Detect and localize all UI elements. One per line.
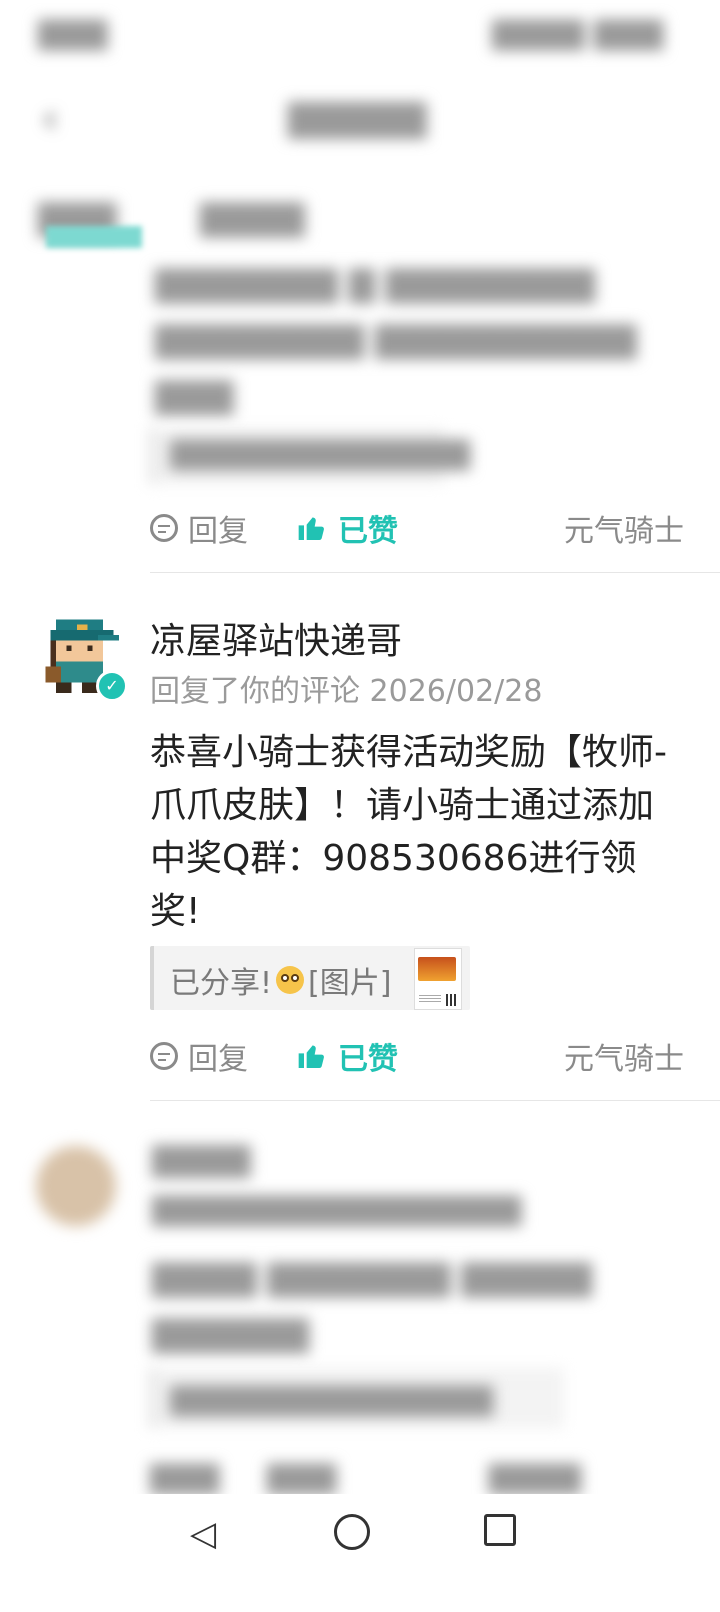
status-icons: ▇▇▇▇ ▇▇▇ <box>492 16 664 51</box>
comment-icon <box>150 1042 178 1070</box>
avatar[interactable] <box>36 1146 116 1226</box>
like-button[interactable]: 已赞 <box>296 1034 398 1078</box>
prev-meta: ▇▇▇▇ <box>200 198 305 238</box>
next-meta: ▇▇▇▇▇▇▇▇▇▇▇▇▇▇▇▇ <box>152 1192 522 1227</box>
quote-prefix: 已分享! <box>170 966 273 1001</box>
thumbnail-text <box>419 995 441 1003</box>
comment-icon <box>150 514 178 542</box>
prev-liked-label: 已赞 <box>338 514 398 549</box>
nav-home-icon[interactable] <box>334 1514 370 1550</box>
page-title: ▇▇▇▇▇ <box>288 98 427 139</box>
astonished-emoji-icon <box>276 966 305 994</box>
nav-back-icon[interactable]: ◁ <box>190 1514 216 1554</box>
thumbnail-art <box>418 957 456 981</box>
thumbs-up-icon <box>298 517 324 540</box>
system-nav-bar <box>0 1494 720 1612</box>
comment-meta: 回复了你的评论 2026/02/28 <box>150 674 543 709</box>
next-actions: ▇▇▇ ▇▇▇ ▇▇▇▇ <box>150 1460 581 1495</box>
reply-label: 回复 <box>188 1042 248 1077</box>
prev-quote-text: ▇▇▇▇▇▇▇▇▇▇▇▇▇ <box>170 436 470 471</box>
image-thumbnail[interactable] <box>414 948 462 1010</box>
prev-actions: 回复 已赞 元气骑士 <box>150 506 690 550</box>
qr-code-icon <box>446 994 458 1006</box>
verified-badge-icon: ✓ <box>96 670 128 702</box>
back-icon[interactable]: ‹ <box>42 96 58 142</box>
prev-reply-label: 回复 <box>188 514 248 549</box>
game-tag[interactable]: 元气骑士 <box>564 1034 684 1078</box>
username[interactable]: 凉屋驿站快递哥 <box>150 612 402 664</box>
prev-like-button[interactable]: 已赞 <box>296 506 398 550</box>
quoted-comment-text: 已分享! [图片] <box>170 958 391 1002</box>
divider <box>150 1100 720 1101</box>
comment-content: 恭喜小骑士获得活动奖励【牧师-爪爪皮肤】！请小骑士通过添加中奖Q群：908530… <box>150 732 667 932</box>
next-quote-text: ▇▇▇▇▇▇▇▇▇▇▇▇▇▇ <box>170 1382 493 1417</box>
prev-username-highlight <box>46 226 142 248</box>
quote-suffix: [图片] <box>308 966 392 1001</box>
next-username: ▇▇▇▇ <box>152 1140 251 1178</box>
main-actions: 回复 已赞 元气骑士 <box>150 1034 690 1078</box>
prev-game-tag[interactable]: 元气骑士 <box>564 506 684 550</box>
thumbs-up-icon <box>298 1045 324 1068</box>
divider <box>150 572 720 573</box>
prev-reply-button[interactable]: 回复 <box>150 506 248 550</box>
liked-label: 已赞 <box>338 1042 398 1077</box>
next-content: ▇▇▇▇ ▇▇▇▇▇▇▇ ▇▇▇▇▇ ▇▇▇▇▇▇ <box>152 1258 592 1354</box>
reply-button[interactable]: 回复 <box>150 1034 248 1078</box>
nav-recents-icon[interactable] <box>484 1514 516 1546</box>
status-time: ▇▇▇ <box>38 16 108 51</box>
prev-content: ▇▇▇▇▇▇▇ ▇ ▇▇▇▇▇▇▇▇ ▇▇▇▇▇▇▇▇ ▇▇▇▇▇▇▇▇▇▇ ▇▇▇ <box>155 264 637 416</box>
